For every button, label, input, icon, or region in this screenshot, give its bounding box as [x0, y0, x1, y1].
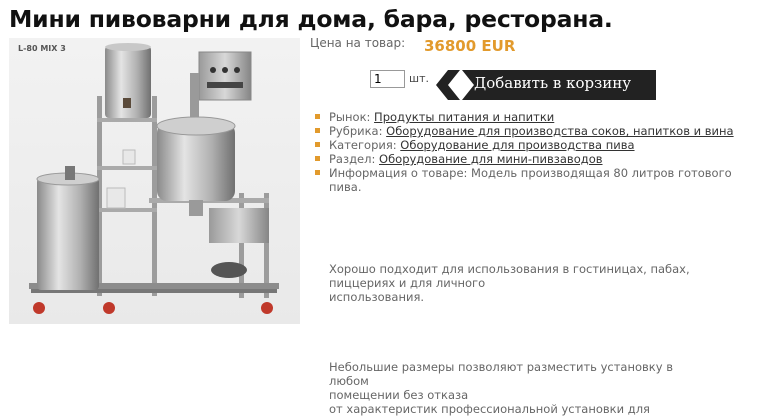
- description-line: Хорошо подходит для использования в гост…: [329, 262, 690, 276]
- add-to-cart-button[interactable]: Добавить в корзину: [434, 69, 656, 101]
- meta-section: Раздел: Оборудование для мини-пивзаводов: [314, 152, 734, 166]
- category-link[interactable]: Оборудование для производства пива: [400, 138, 634, 152]
- brewery-illustration: [29, 43, 279, 314]
- product-image[interactable]: L-80 MIX 3: [9, 38, 300, 324]
- description-paragraph-1: Хорошо подходит для использования в гост…: [329, 262, 699, 304]
- bullet-icon: [315, 128, 320, 133]
- description-line: от характеристик профессиональной устано…: [329, 402, 650, 416]
- description-line: Небольшие размеры позволяют разместить у…: [329, 360, 673, 388]
- bullet-icon: [315, 156, 320, 161]
- bullet-icon: [315, 170, 320, 175]
- meta-label: Раздел:: [329, 152, 376, 166]
- bullet-icon: [315, 142, 320, 147]
- bullet-icon: [315, 114, 320, 119]
- description-line: пиццериях и для личного: [329, 276, 486, 290]
- quantity-unit: шт.: [409, 72, 429, 85]
- page-title: Мини пивоварни для дома, бара, ресторана…: [9, 5, 613, 33]
- add-to-cart-label: Добавить в корзину: [474, 74, 632, 92]
- product-meta-list: Рынок: Продукты питания и напитки Рубрик…: [314, 110, 734, 194]
- meta-info: Информация о товаре: Модель производящая…: [314, 166, 734, 194]
- meta-label: Категория:: [329, 138, 397, 152]
- price-value: 36800 EUR: [424, 37, 516, 55]
- meta-label: Рынок:: [329, 110, 371, 124]
- price-label: Цена на товар:: [310, 36, 406, 50]
- meta-market: Рынок: Продукты питания и напитки: [314, 110, 734, 124]
- meta-label: Рубрика:: [329, 124, 383, 138]
- description-line: использования.: [329, 290, 425, 304]
- description-paragraph-2: Небольшие размеры позволяют разместить у…: [329, 360, 699, 416]
- meta-category: Категория: Оборудование для производства…: [314, 138, 734, 152]
- meta-rubric: Рубрика: Оборудование для производства с…: [314, 124, 734, 138]
- market-link[interactable]: Продукты питания и напитки: [374, 110, 554, 124]
- product-info-text: Информация о товаре: Модель производящая…: [329, 166, 732, 194]
- section-link[interactable]: Оборудование для мини-пивзаводов: [379, 152, 603, 166]
- quantity-input[interactable]: [370, 70, 405, 88]
- rubric-link[interactable]: Оборудование для производства соков, нап…: [386, 124, 733, 138]
- photo-caption: L-80 MIX 3: [18, 44, 66, 53]
